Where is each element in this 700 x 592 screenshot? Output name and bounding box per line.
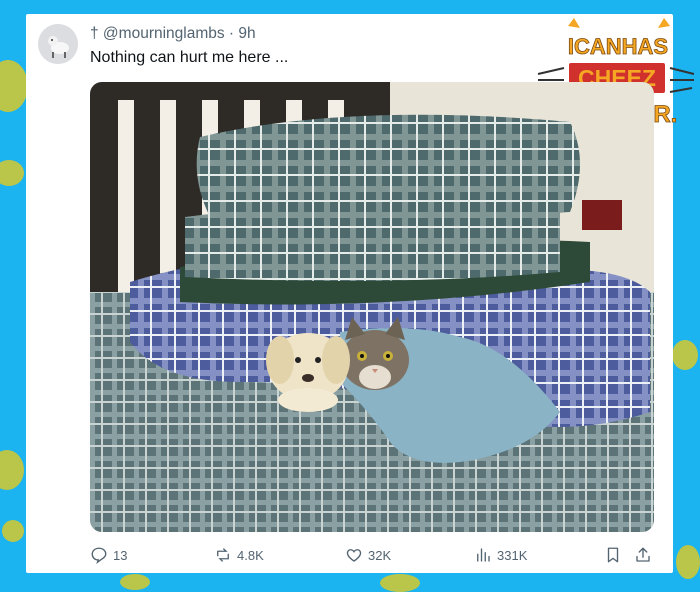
tweet-photo[interactable] <box>90 82 654 532</box>
svg-text:ICANHAS: ICANHAS <box>568 34 668 59</box>
views-count: 331K <box>497 547 528 563</box>
paw-decoration <box>2 520 24 542</box>
views-icon <box>477 548 490 562</box>
tweet-author[interactable]: † @mourninglambs · 9h <box>90 25 256 43</box>
heart-icon <box>346 549 362 562</box>
cat-under-blanket-image <box>90 82 654 532</box>
like-button[interactable]: 32K <box>345 544 391 566</box>
paw-decoration <box>672 340 698 370</box>
repost-icon <box>217 548 229 562</box>
reply-button[interactable]: 13 <box>90 544 127 566</box>
tweet-actions: 13 4.8K 32K 331K <box>90 544 654 566</box>
views-button[interactable]: 331K <box>474 544 527 566</box>
tweet-text: Nothing can hurt me here ... <box>90 49 289 66</box>
avatar[interactable] <box>38 24 78 64</box>
reply-icon <box>91 547 107 564</box>
reply-count: 13 <box>113 547 128 563</box>
bookmark-icon <box>607 547 619 563</box>
repost-count: 4.8K <box>237 547 264 563</box>
paw-decoration <box>120 574 150 590</box>
paw-decoration <box>380 574 420 592</box>
paw-decoration <box>0 60 28 112</box>
avatar-image <box>38 24 78 64</box>
share-icon <box>636 547 650 562</box>
paw-decoration <box>0 160 24 186</box>
like-count: 32K <box>368 547 392 563</box>
paw-decoration <box>676 545 700 579</box>
repost-button[interactable]: 4.8K <box>214 544 264 566</box>
share-button[interactable] <box>634 544 652 566</box>
tweet-card: † @mourninglambs · 9h Nothing can hurt m… <box>26 14 695 573</box>
bookmark-button[interactable] <box>604 544 622 566</box>
paw-decoration <box>0 450 24 490</box>
